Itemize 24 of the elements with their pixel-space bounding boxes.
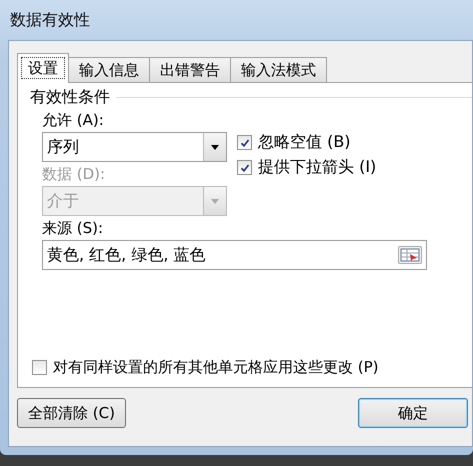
field-label: 数据 (D): [42, 164, 106, 185]
range-select-icon[interactable] [398, 246, 422, 264]
caret-icon [211, 144, 219, 150]
dropdown[interactable]: 序列 [42, 132, 227, 162]
checkbox-label: 提供下拉箭头 (I) [258, 157, 376, 178]
checkmark-icon [240, 162, 250, 172]
group-title: 有效性条件 [30, 87, 110, 108]
window-title: 数据有效性 [9, 9, 91, 31]
tab[interactable]: 输入法模式 [230, 57, 327, 83]
checkbox[interactable] [237, 160, 252, 175]
checkbox[interactable] [32, 360, 47, 375]
tab[interactable]: 出错警告 [149, 57, 231, 83]
checkbox[interactable] [237, 135, 252, 150]
clear-button[interactable]: 全部清除 (C) [17, 398, 126, 428]
checkbox-label: 对有同样设置的所有其他单元格应用这些更改 (P) [53, 358, 379, 377]
tab[interactable]: 设置 [17, 53, 69, 83]
caret-icon [211, 198, 219, 204]
tab[interactable]: 输入信息 [68, 57, 150, 83]
checkbox-label: 忽略空值 (B) [258, 132, 351, 153]
ok-button[interactable]: 确定 [358, 398, 468, 428]
field-label: 允许 (A): [42, 110, 105, 131]
field-label: 来源 (S): [42, 218, 104, 239]
source-field[interactable]: 黄色, 红色, 绿色, 蓝色 [42, 240, 427, 270]
checkmark-icon [240, 138, 250, 148]
